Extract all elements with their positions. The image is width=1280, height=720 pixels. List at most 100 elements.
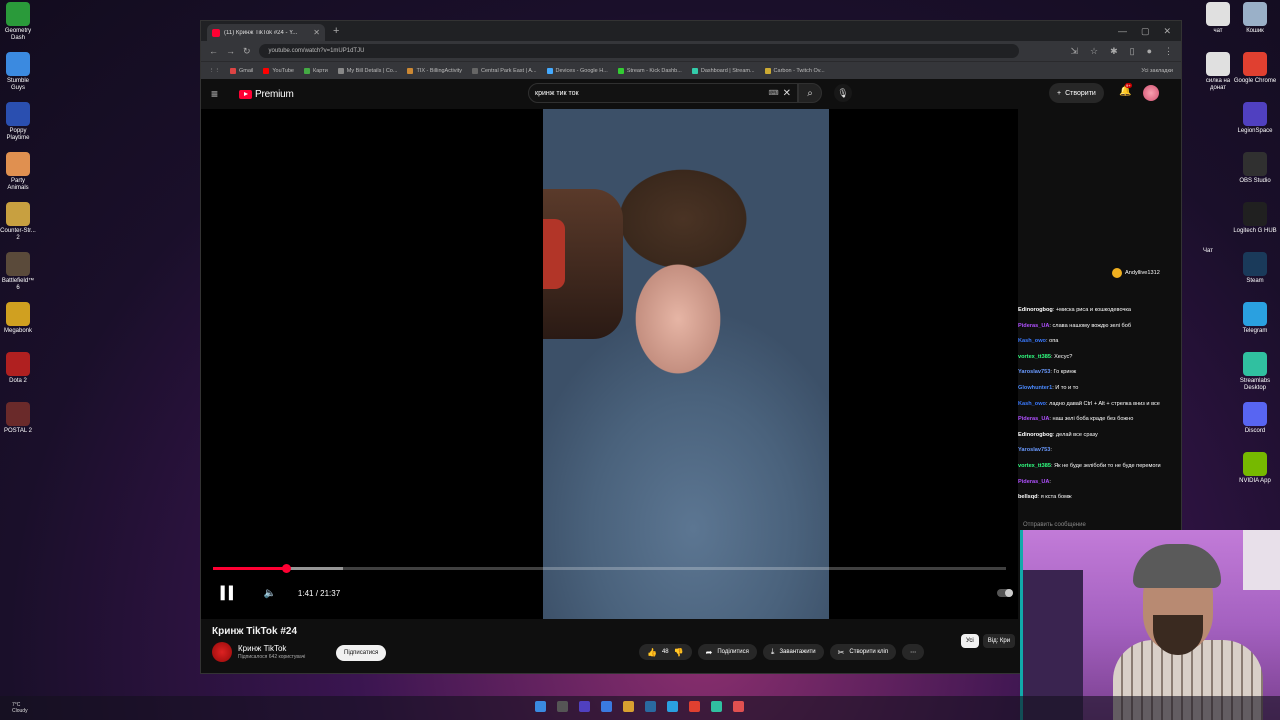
desktop-left-icon-1[interactable]: Stumble Guys	[0, 52, 36, 96]
desktop-right-icon-9[interactable]: NVIDIA App	[1230, 452, 1280, 496]
like-count[interactable]: 48	[662, 649, 669, 655]
explorer-icon[interactable]	[623, 701, 634, 712]
weather-widget[interactable]: 7°C Cloudy	[12, 702, 28, 714]
desktop-right2-icon-1[interactable]: силка на донат	[1200, 52, 1236, 96]
desktop-right-icon-2[interactable]: LegionSpace	[1230, 102, 1280, 146]
sidebar-icon[interactable]: ▯	[1130, 46, 1135, 57]
bookmark-item[interactable]: My Bill Details | Co...	[337, 67, 397, 74]
desktop-left-icon-3[interactable]: Party Animals	[0, 152, 36, 196]
chat-username[interactable]: Pideras_UA	[1018, 416, 1049, 422]
task-view-icon[interactable]	[557, 701, 568, 712]
chat-username[interactable]: bellsqd	[1018, 494, 1038, 500]
legion-icon[interactable]	[579, 701, 590, 712]
star-icon[interactable]: ☆	[1090, 46, 1098, 57]
voice-search-button[interactable]: 🎙	[834, 84, 852, 102]
desktop-right-icon-6[interactable]: Telegram	[1230, 302, 1280, 346]
desktop-left-icon-2[interactable]: Poppy Playtime	[0, 102, 36, 146]
desktop-left-icon-8[interactable]: POSTAL 2	[0, 402, 36, 446]
bookmark-item[interactable]: Central Park East | A...	[471, 67, 537, 74]
desktop-right-icon-4[interactable]: Logitech G HUB	[1230, 202, 1280, 246]
bookmark-item[interactable]: TIX - BillingActivity	[407, 67, 462, 74]
minimize-icon[interactable]: —	[1118, 26, 1127, 37]
chat-username[interactable]: Pideras_UA	[1018, 323, 1049, 329]
desktop-left-icon-0[interactable]: Geometry Dash	[0, 2, 36, 46]
bookmark-item[interactable]: Dashboard | Stream...	[691, 67, 755, 74]
bookmark-item[interactable]: Gmail	[230, 67, 253, 74]
bookmark-item[interactable]: Devices - Google H...	[546, 67, 608, 74]
apps-icon[interactable]: ⋮⋮	[209, 68, 220, 74]
chrome-icon[interactable]	[689, 701, 700, 712]
bookmark-item[interactable]: Карти	[304, 67, 328, 74]
steam-icon[interactable]	[645, 701, 656, 712]
progress-scrubber[interactable]	[281, 564, 291, 573]
desktop-right-icon-3[interactable]: OBS Studio	[1230, 152, 1280, 196]
app-icon[interactable]	[733, 701, 744, 712]
chat-username[interactable]: Kash_owo	[1018, 401, 1046, 407]
telegram-icon[interactable]	[667, 701, 678, 712]
close-window-icon[interactable]: ✕	[1163, 26, 1171, 37]
close-tab-icon[interactable]: ✕	[313, 28, 320, 37]
pause-icon[interactable]: ▍▍	[221, 586, 238, 600]
more-actions-button[interactable]: ⋯	[902, 644, 925, 660]
keyboard-icon[interactable]: ⌨	[769, 89, 779, 97]
chat-username[interactable]: vortex_tt385	[1018, 354, 1051, 360]
bookmark-item[interactable]: YouTube	[263, 67, 294, 74]
hamburger-menu-icon[interactable]: ≡	[211, 87, 227, 101]
desktop-left-icon-7[interactable]: Dota 2	[0, 352, 36, 396]
notifications-button[interactable]: 🔔 9+	[1119, 83, 1132, 97]
forward-icon[interactable]: →	[226, 46, 235, 56]
all-bookmarks-button[interactable]: Усі закладки	[1141, 68, 1173, 74]
chat-username[interactable]: Edinorogbog	[1018, 307, 1053, 313]
desktop-right-icon-7[interactable]: Streamlabs Desktop	[1230, 352, 1280, 396]
search-button[interactable]: ⌕	[798, 83, 822, 103]
thumbs-up-icon[interactable]: 👍	[647, 648, 657, 657]
bookmark-item[interactable]: Stream - Kick Dashb...	[617, 67, 682, 74]
install-icon[interactable]: ⇲	[1070, 46, 1078, 57]
new-tab-button[interactable]: +	[333, 25, 339, 37]
tab-active[interactable]: (11) Кринж TikTok #24 - Y... ✕	[207, 24, 325, 41]
create-button[interactable]: + Створити	[1049, 83, 1104, 103]
chip-all[interactable]: Усі	[961, 634, 979, 648]
desktop-right-icon-1[interactable]: Google Chrome	[1230, 52, 1280, 96]
chat-username[interactable]: Kash_owo	[1018, 338, 1046, 344]
desktop-left-icon-6[interactable]: Megabonk	[0, 302, 36, 346]
desktop-right2-icon-0[interactable]: чат	[1200, 2, 1236, 46]
channel-avatar[interactable]	[212, 642, 232, 662]
clear-search-icon[interactable]: ✕	[783, 88, 791, 99]
reload-icon[interactable]: ↻	[243, 46, 251, 57]
share-button[interactable]: ➦ Поділитися	[697, 644, 757, 660]
desktop-left-icon-5[interactable]: Battlefield™ 6	[0, 252, 36, 296]
video-player[interactable]: ▍▍ 🔈 1:41 / 21:37	[201, 109, 1018, 619]
search-input[interactable]: кринж тик ток ⌨ ✕	[528, 83, 798, 103]
chat-username[interactable]: vortex_tt385	[1018, 463, 1051, 469]
channel-name[interactable]: Кринж TikTok	[238, 644, 305, 653]
volume-icon[interactable]: 🔈	[263, 588, 275, 599]
subscribe-button[interactable]: Підписатися	[336, 645, 387, 661]
chat-username[interactable]: Pideras_UA	[1018, 479, 1049, 485]
desktop-right-icon-8[interactable]: Discord	[1230, 402, 1280, 446]
chat-username[interactable]: Edinorogbog	[1018, 432, 1053, 438]
streamlabs-icon[interactable]	[711, 701, 722, 712]
video-frame[interactable]	[543, 109, 829, 619]
back-icon[interactable]: ←	[209, 46, 218, 56]
extensions-icon[interactable]: ✱	[1110, 46, 1118, 57]
chat-input[interactable]: Отправить сообщение	[1023, 522, 1086, 528]
chat-username[interactable]: Yaroslav753	[1018, 447, 1050, 453]
desktop-left-icon-4[interactable]: Counter-Str... 2	[0, 202, 36, 246]
chip-from-channel[interactable]: Від: Кри	[982, 634, 1016, 648]
avatar[interactable]	[1143, 85, 1159, 101]
chat-username[interactable]: Yaroslav753	[1018, 369, 1050, 375]
autoplay-toggle[interactable]	[997, 589, 1013, 597]
menu-icon[interactable]: ⋮	[1164, 46, 1173, 57]
thumbs-down-icon[interactable]: 👎	[674, 648, 684, 657]
desktop-right-icon-5[interactable]: Steam	[1230, 252, 1280, 296]
chat-username[interactable]: Glowhunter1	[1018, 385, 1052, 391]
youtube-logo[interactable]: Premium	[239, 89, 294, 100]
maximize-icon[interactable]: ▢	[1141, 26, 1150, 37]
edge-icon[interactable]	[601, 701, 612, 712]
progress-bar[interactable]	[213, 564, 1006, 573]
profile-icon[interactable]: ●	[1147, 46, 1152, 57]
download-button[interactable]: ⤓ Завантажити	[762, 644, 824, 660]
clip-button[interactable]: ✂ Створити кліп	[829, 644, 897, 660]
start-icon[interactable]	[535, 701, 546, 712]
